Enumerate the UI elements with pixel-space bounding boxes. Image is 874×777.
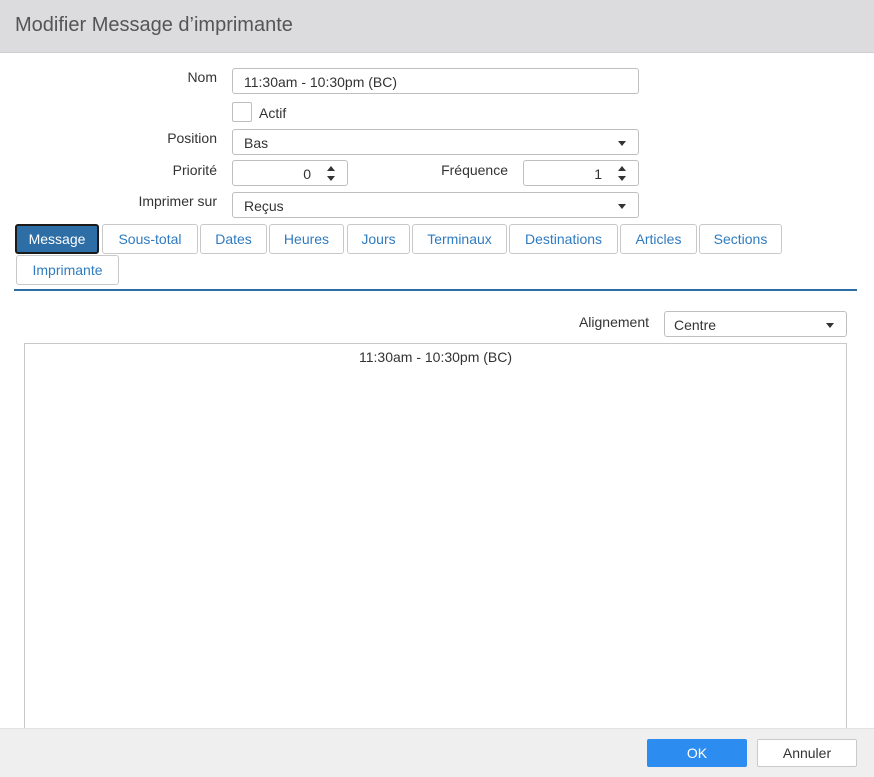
tab-terminaux[interactable]: Terminaux: [412, 224, 507, 254]
position-label: Position: [167, 130, 217, 146]
frequency-stepper[interactable]: 1: [523, 160, 639, 186]
active-label: Actif: [259, 105, 287, 121]
dialog-footer: OK Annuler: [0, 728, 874, 777]
dialog-title: Modifier Message d’imprimante: [15, 14, 293, 36]
print-on-select[interactable]: Reçus: [232, 192, 639, 218]
tab-dates[interactable]: Dates: [200, 224, 267, 254]
alignment-label: Alignement: [578, 314, 649, 330]
active-checkbox[interactable]: [232, 102, 252, 122]
ok-button[interactable]: OK: [647, 739, 747, 767]
decrement-arrow-icon[interactable]: [614, 174, 630, 184]
name-label: Nom: [187, 69, 217, 85]
increment-arrow-icon[interactable]: [614, 164, 630, 174]
position-select[interactable]: Bas: [232, 129, 639, 155]
chevron-down-icon: [826, 323, 834, 328]
cancel-button[interactable]: Annuler: [757, 739, 857, 767]
print-on-label: Imprimer sur: [138, 193, 217, 209]
tab-divider: [14, 289, 857, 291]
dialog-titlebar: Modifier Message d’imprimante: [0, 0, 874, 53]
priority-label: Priorité: [172, 162, 217, 178]
tab-jours[interactable]: Jours: [347, 224, 410, 254]
tab-message[interactable]: Message: [15, 224, 99, 254]
increment-arrow-icon[interactable]: [323, 164, 339, 174]
message-editor[interactable]: 11:30am - 10:30pm (BC): [24, 343, 847, 743]
frequency-value: 1: [594, 166, 602, 182]
frequency-label: Fréquence: [441, 162, 508, 178]
alignment-select[interactable]: Centre: [664, 311, 847, 337]
tab-sous-total[interactable]: Sous-total: [102, 224, 198, 254]
chevron-down-icon: [618, 204, 626, 209]
tab-imprimante[interactable]: Imprimante: [16, 255, 119, 285]
decrement-arrow-icon[interactable]: [323, 174, 339, 184]
tab-heures[interactable]: Heures: [269, 224, 344, 254]
message-text: 11:30am - 10:30pm (BC): [358, 349, 513, 365]
tab-destinations[interactable]: Destinations: [509, 224, 618, 254]
name-input[interactable]: 11:30am - 10:30pm (BC): [232, 68, 639, 94]
priority-stepper[interactable]: 0: [232, 160, 348, 186]
tab-sections[interactable]: Sections: [699, 224, 782, 254]
priority-value: 0: [303, 166, 311, 182]
tab-articles[interactable]: Articles: [620, 224, 697, 254]
print-on-select-value: Reçus: [244, 198, 284, 214]
alignment-select-value: Centre: [674, 317, 717, 333]
chevron-down-icon: [618, 141, 626, 146]
name-input-value: 11:30am - 10:30pm (BC): [244, 74, 398, 90]
position-select-value: Bas: [244, 135, 269, 151]
